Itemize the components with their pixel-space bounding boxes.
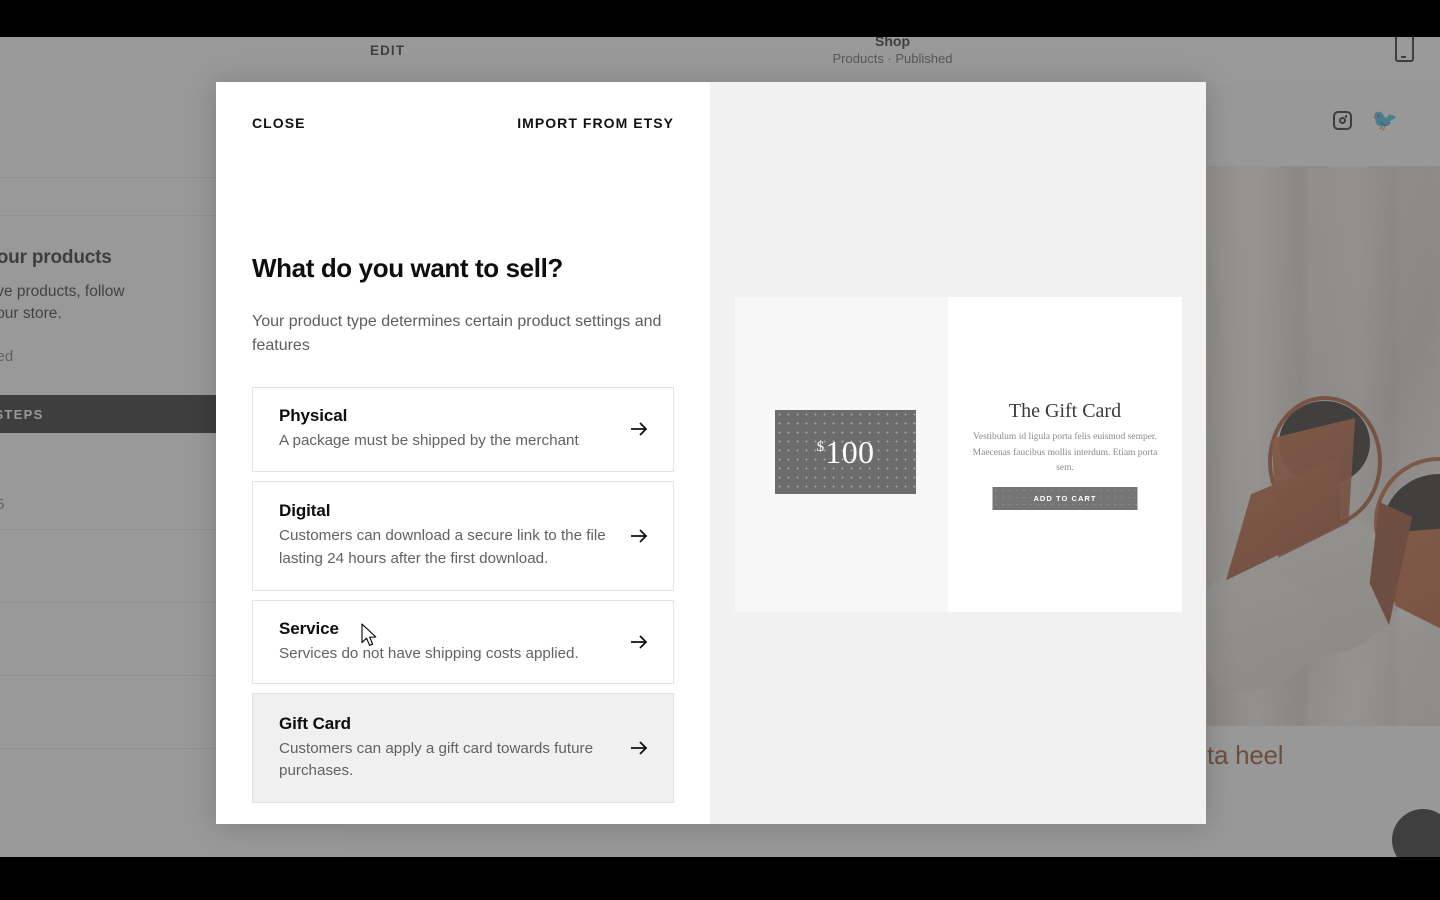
arrow-right-icon [627, 524, 651, 548]
product-type-options: Physical A package must be shipped by th… [252, 387, 674, 812]
modal-left-pane: CLOSE IMPORT FROM ETSY What do you want … [216, 82, 710, 824]
option-title: Digital [279, 501, 331, 520]
gift-card-tile: $100 [775, 410, 916, 494]
screenshot-stage: S arch items... rt selling your products… [0, 0, 1440, 900]
option-title: Gift Card [279, 713, 351, 733]
option-title: Service [279, 618, 339, 638]
letterbox-top [0, 0, 1440, 37]
option-description: Customers can download a secure link to … [279, 527, 606, 567]
product-type-modal: CLOSE IMPORT FROM ETSY What do you want … [216, 82, 1206, 824]
gift-card-amount: $100 [817, 436, 875, 468]
arrow-right-icon [627, 630, 651, 654]
option-description: A package must be shipped by the merchan… [279, 432, 579, 449]
gift-card-currency-symbol: $ [816, 439, 825, 455]
option-description: Services do not have shipping costs appl… [279, 644, 579, 662]
modal-subtitle: Your product type determines certain pro… [252, 313, 662, 355]
gift-card-preview-detail-pane: The Gift Card Vestibulum id ligula porta… [948, 297, 1182, 612]
option-gift-card[interactable]: Gift Card Customers can apply a gift car… [252, 693, 674, 803]
gift-card-amount-value: 100 [825, 434, 875, 470]
page-title: What do you want to sell? [252, 253, 563, 283]
option-description: Customers can apply a gift card towards … [279, 739, 594, 780]
option-title: Physical [279, 406, 348, 425]
arrow-right-icon [627, 417, 651, 441]
modal-preview-pane: $100 The Gift Card Vestibulum id ligula … [710, 82, 1206, 824]
gift-card-description: Vestibulum id ligula porta felis euismod… [972, 432, 1158, 474]
option-physical[interactable]: Physical A package must be shipped by th… [252, 387, 674, 472]
import-from-etsy-button[interactable]: IMPORT FROM ETSY [517, 115, 674, 131]
letterbox-bottom [0, 857, 1440, 900]
option-digital[interactable]: Digital Customers can download a secure … [252, 480, 674, 591]
arrow-right-icon [627, 736, 651, 760]
gift-card-preview: $100 The Gift Card Vestibulum id ligula … [735, 297, 1182, 612]
gift-card-title: The Gift Card [1008, 400, 1122, 422]
close-button[interactable]: CLOSE [252, 115, 305, 131]
modal-header: CLOSE IMPORT FROM ETSY [252, 115, 674, 131]
gift-card-preview-image-pane: $100 [735, 297, 948, 612]
add-to-cart-button[interactable]: ADD TO CART [992, 487, 1138, 510]
option-service[interactable]: Service Services do not have shipping co… [252, 599, 674, 684]
